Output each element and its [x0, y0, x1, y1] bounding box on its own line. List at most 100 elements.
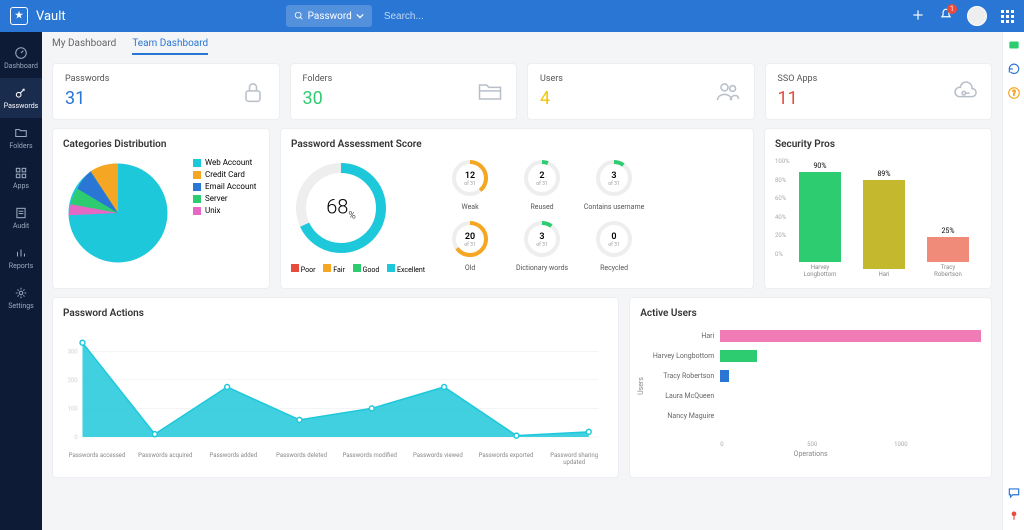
card-title: Folders	[303, 74, 333, 84]
password-actions-chart: 0100200300 Passwords accessedPasswords a…	[63, 327, 608, 467]
assessment-panel: Password Assessment Score 68% Poor Fair …	[280, 128, 754, 289]
sidebar-item-reports[interactable]: Reports	[0, 238, 42, 278]
sidebar-item-audit[interactable]: Audit	[0, 198, 42, 238]
lock-icon	[239, 78, 267, 106]
stat-cards-row: Passwords 31 Folders 30 Users 4 SSO Apps 11	[52, 63, 992, 120]
tab-my-dashboard[interactable]: My Dashboard	[52, 38, 116, 55]
dashboard-tabs: My Dashboard Team Dashboard	[52, 38, 992, 55]
stat-card-passwords[interactable]: Passwords 31	[52, 63, 280, 120]
sidebar-label: Settings	[8, 302, 34, 310]
audit-icon	[14, 206, 28, 220]
add-button[interactable]	[911, 8, 925, 25]
hbar-row: Harvey Longbottom	[720, 347, 981, 365]
svg-text:of 31: of 31	[608, 180, 619, 187]
svg-text:2: 2	[539, 171, 544, 181]
security-pros-chart: 100%80%60%40%20%0% 90%Harvey Longbottom8…	[775, 158, 981, 278]
stat-card-sso-apps[interactable]: SSO Apps 11	[765, 63, 993, 120]
reports-icon	[14, 246, 28, 260]
svg-text:of 31: of 31	[464, 241, 475, 248]
assessment-ring-old: 20of 31Old	[439, 219, 501, 274]
hbar-row: Nancy Maguire	[720, 407, 981, 425]
card-title: Users	[540, 74, 563, 84]
search-category-label: Password	[308, 11, 352, 22]
user-avatar[interactable]	[967, 6, 987, 26]
x-label: Password sharing updated	[540, 452, 608, 466]
active-users-panel: Active Users Users HariHarvey Longbottom…	[629, 297, 992, 478]
sidebar-item-passwords[interactable]: Passwords	[0, 78, 42, 118]
folder-icon	[476, 78, 504, 106]
stat-card-folders[interactable]: Folders 30	[290, 63, 518, 120]
x-label: Passwords acquired	[131, 452, 199, 466]
sidebar-item-settings[interactable]: Settings	[0, 278, 42, 318]
card-value: 4	[540, 88, 563, 109]
x-label: Passwords modified	[336, 452, 404, 466]
apps-grid-icon[interactable]	[1001, 10, 1014, 23]
sidebar-item-folders[interactable]: Folders	[0, 118, 42, 158]
assessment-ring-dictionary-words: 3of 31Dictionary words	[511, 219, 573, 274]
assessment-ring-recycled: 0of 31Recycled	[583, 219, 645, 274]
topbar-right: 1	[911, 6, 1014, 26]
app-logo-icon: ★	[10, 7, 28, 25]
assessment-ring-reused: 2of 31Reused	[511, 158, 573, 213]
chat-icon[interactable]	[1007, 486, 1021, 500]
notification-badge: 1	[947, 4, 957, 14]
right-rail: ?	[1002, 32, 1024, 530]
legend-item: Email Account	[193, 182, 256, 191]
search-category-select[interactable]: Password	[286, 5, 372, 27]
settings-icon	[14, 286, 28, 300]
search-wrap: Password	[286, 5, 564, 27]
sidebar-label: Reports	[9, 262, 33, 270]
assessment-suffix: %	[348, 211, 355, 222]
sidebar-label: Passwords	[4, 102, 39, 110]
bar: 90%Harvey Longbottom	[799, 172, 841, 278]
folder-icon	[14, 126, 28, 140]
stat-card-users[interactable]: Users 4	[527, 63, 755, 120]
svg-text:?: ?	[1012, 89, 1016, 97]
sidebar-item-dashboard[interactable]: Dashboard	[0, 38, 42, 78]
sidebar-item-apps[interactable]: Apps	[0, 158, 42, 198]
x-label: Passwords viewed	[404, 452, 472, 466]
legend-item: Web Account	[193, 158, 256, 167]
chevron-down-icon	[356, 12, 364, 20]
pin-icon[interactable]	[1007, 508, 1021, 522]
panel-title: Password Assessment Score	[291, 139, 743, 150]
legend-item: Server	[193, 194, 256, 203]
gauge-icon	[14, 46, 28, 60]
svg-text:100: 100	[68, 406, 78, 412]
main-content: My Dashboard Team Dashboard Passwords 31 Fo…	[42, 32, 1002, 530]
search-input[interactable]	[384, 11, 564, 22]
sidebar-label: Audit	[13, 222, 29, 230]
panel-title: Password Actions	[63, 308, 608, 319]
card-value: 11	[778, 88, 818, 109]
users-icon	[714, 78, 742, 106]
search-icon	[294, 11, 304, 21]
x-label: Passwords added	[199, 452, 267, 466]
tab-team-dashboard[interactable]: Team Dashboard	[132, 38, 208, 55]
assessment-ring-contains-username: 3of 31Contains username	[583, 158, 645, 213]
panel-title: Categories Distribution	[63, 139, 259, 150]
card-title: Passwords	[65, 74, 109, 84]
help-icon[interactable]: ?	[1007, 86, 1021, 100]
apps-icon	[14, 166, 28, 180]
legend-item: Poor	[291, 264, 315, 274]
notifications-button[interactable]: 1	[939, 8, 953, 25]
svg-text:of 31: of 31	[608, 241, 619, 248]
sidebar-label: Dashboard	[4, 62, 38, 70]
topbar: ★ Vault Password 1	[0, 0, 1024, 32]
svg-text:0: 0	[611, 232, 616, 242]
svg-text:300: 300	[68, 349, 78, 355]
assessment-score: 68	[326, 195, 348, 219]
refresh-icon[interactable]	[1007, 62, 1021, 76]
sidebar: Dashboard Passwords FoldersApps Audit Report…	[0, 32, 42, 530]
legend-item: Fair	[323, 264, 344, 274]
security-pros-panel: Security Pros 100%80%60%40%20%0% 90%Harv…	[764, 128, 992, 289]
status-icon[interactable]	[1007, 38, 1021, 52]
hbar-row: Laura McQueen	[720, 387, 981, 405]
assessment-donut: 68%	[291, 158, 391, 258]
x-label: Passwords accessed	[63, 452, 131, 466]
card-title: SSO Apps	[778, 74, 818, 84]
card-value: 30	[303, 88, 333, 109]
cloud-key-icon	[951, 78, 979, 106]
card-value: 31	[65, 88, 109, 109]
svg-text:20: 20	[465, 232, 475, 242]
